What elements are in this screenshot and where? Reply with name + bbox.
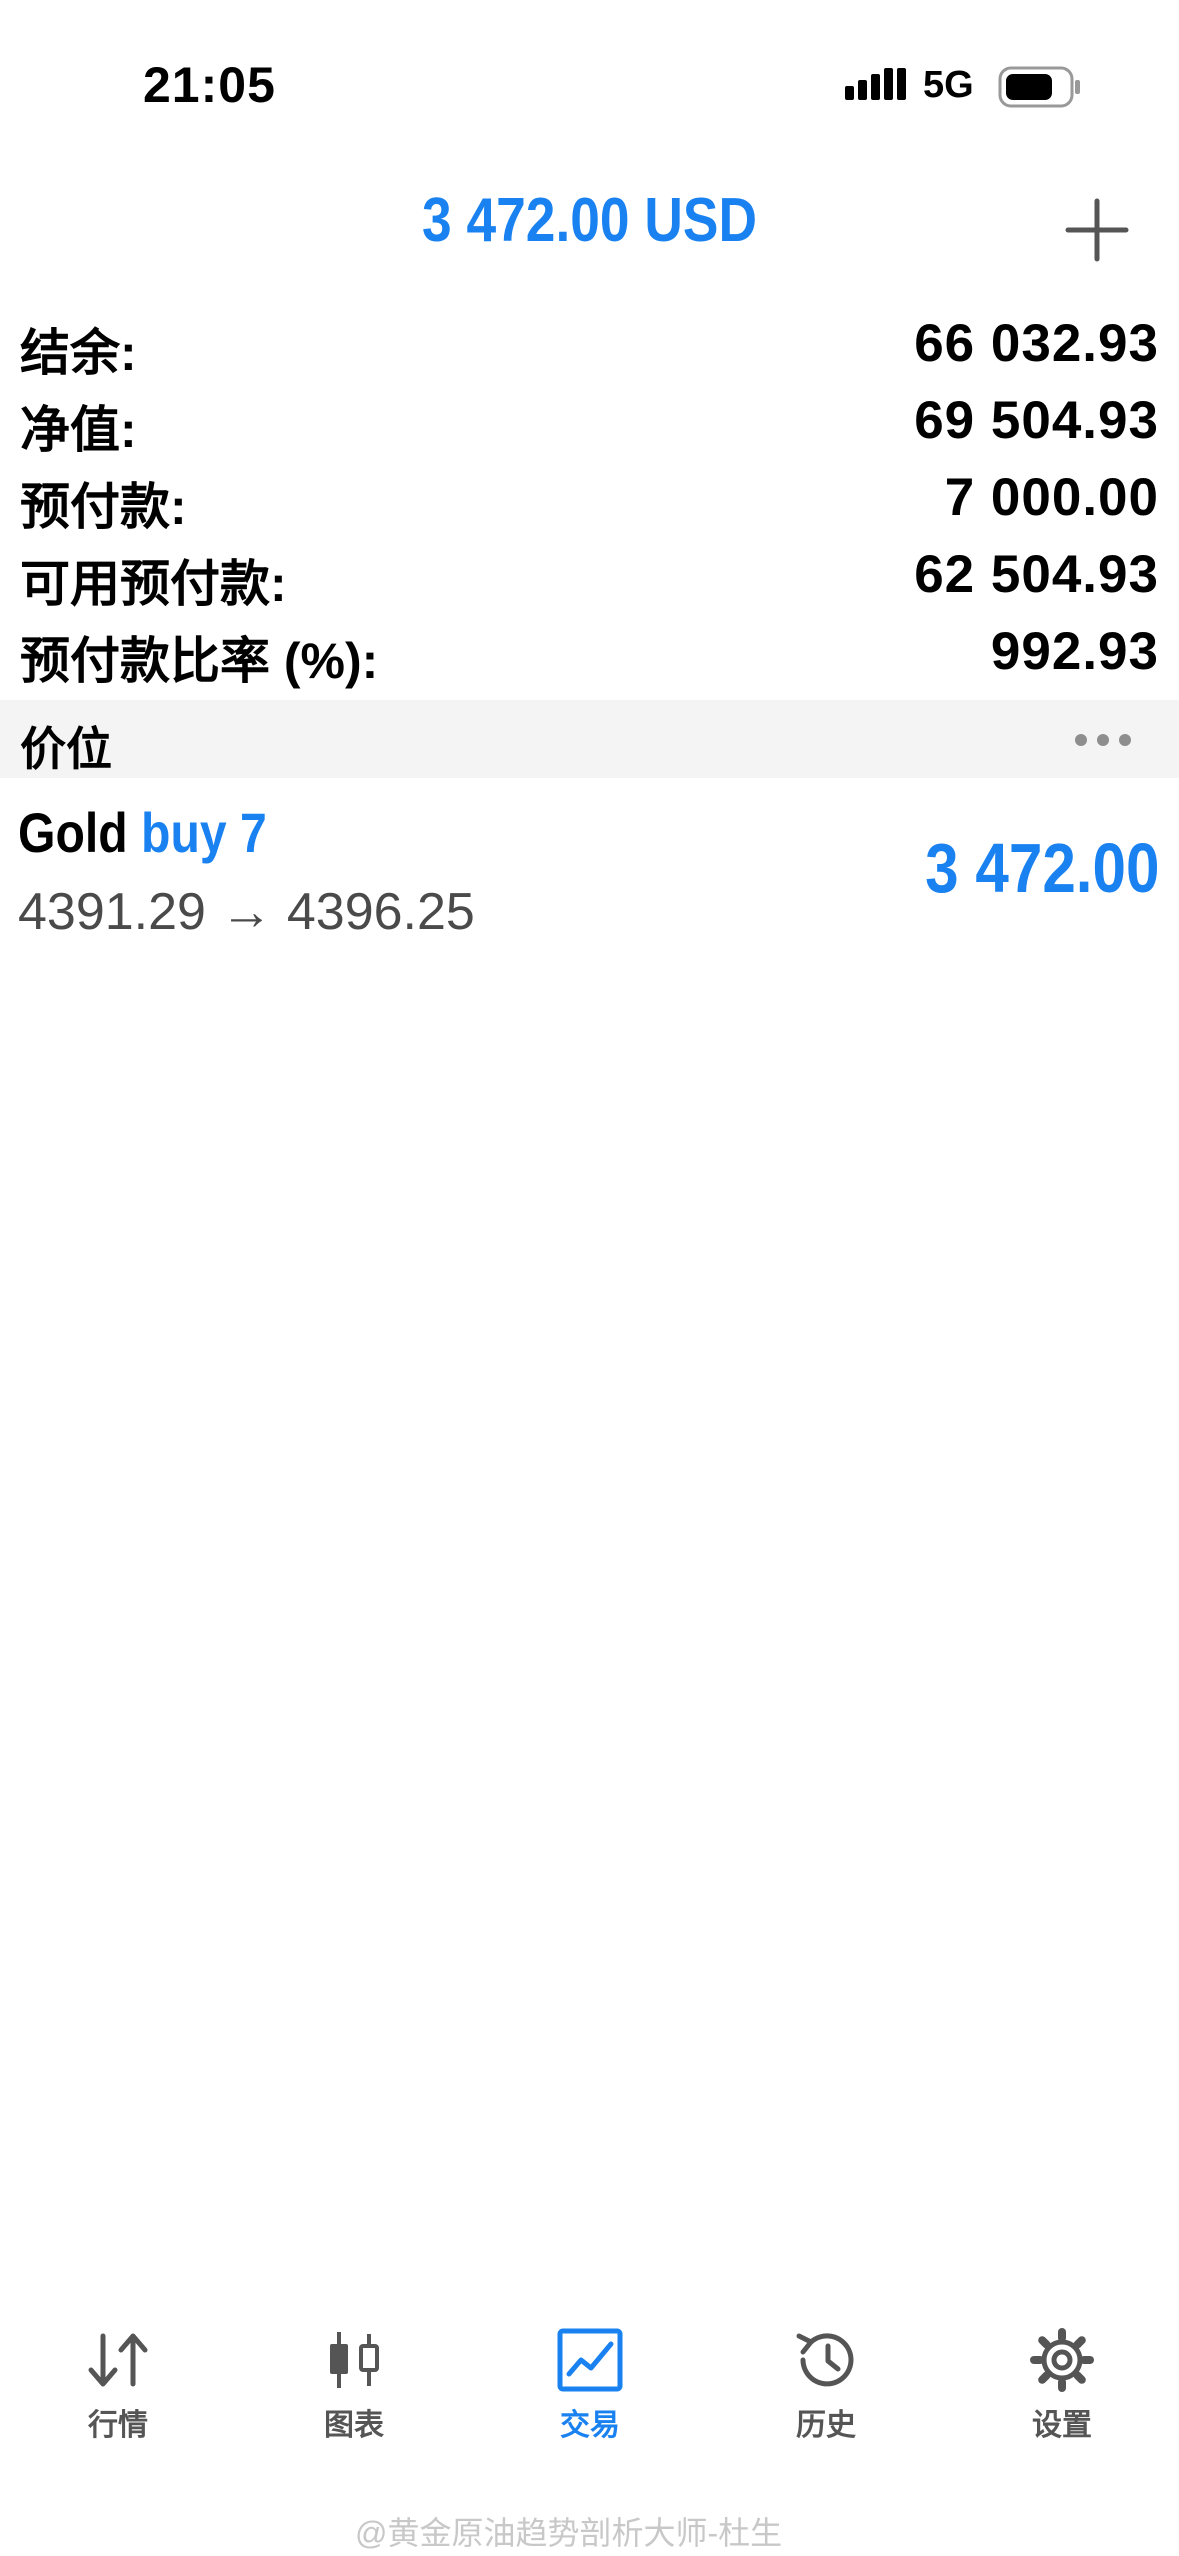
history-clock-icon: [796, 2333, 854, 2387]
tab-label: 图表: [324, 2409, 384, 2442]
summary-label: 结余:: [20, 325, 137, 381]
summary-value: 69 504.93: [914, 391, 1159, 450]
summary-row-equity: 净值: 69 504.93: [0, 382, 1179, 459]
positions-section-header: 价位: [0, 700, 1179, 778]
tab-settings[interactable]: 设置: [944, 2310, 1179, 2460]
tab-label: 交易: [560, 2409, 620, 2442]
tab-label: 历史: [796, 2409, 856, 2442]
summary-label: 预付款:: [20, 479, 187, 535]
watermark: @黄金原油趋势剖析大师-杜生: [355, 2515, 783, 2551]
tab-label: 设置: [1032, 2409, 1092, 2442]
summary-row-balance: 结余: 66 032.93: [0, 305, 1179, 382]
more-options-button[interactable]: [1075, 722, 1145, 758]
position-prices: 4391.29 → 4396.25: [18, 883, 475, 941]
summary-label: 可用预付款:: [20, 556, 287, 612]
ellipsis-icon: [1097, 734, 1109, 746]
tab-label: 行情: [88, 2409, 148, 2442]
ellipsis-icon: [1119, 734, 1131, 746]
summary-value: 992.93: [990, 622, 1159, 681]
summary-label: 预付款比率 (%):: [20, 633, 379, 689]
gear-icon: [1030, 2328, 1094, 2392]
section-title: 价位: [20, 723, 112, 775]
status-time: 21:05: [143, 57, 276, 113]
plus-icon: [1065, 198, 1129, 262]
status-bar: 21:05 5G: [0, 0, 1179, 170]
position-symbol-line: Gold buy 7: [18, 800, 267, 865]
tab-chart[interactable]: 图表: [236, 2310, 472, 2460]
quotes-arrows-icon: [88, 2333, 148, 2387]
tab-trade[interactable]: 交易: [472, 2310, 708, 2460]
summary-row-margin: 预付款: 7 000.00: [0, 459, 1179, 536]
trade-line-chart-icon: [557, 2328, 623, 2392]
position-symbol: Gold: [18, 801, 128, 864]
position-row[interactable]: Gold buy 7 4391.29 → 4396.25 3 472.00: [0, 790, 1179, 950]
network-label: 5G: [923, 64, 974, 106]
ellipsis-icon: [1075, 734, 1087, 746]
tab-quotes[interactable]: 行情: [0, 2310, 236, 2460]
summary-value: 7 000.00: [944, 468, 1159, 527]
account-profit-title: 3 472.00 USD: [422, 186, 757, 255]
position-type: buy 7: [141, 801, 267, 864]
add-order-button[interactable]: [1062, 195, 1132, 265]
summary-row-free-margin: 可用预付款: 62 504.93: [0, 536, 1179, 613]
account-summary: 结余: 66 032.93 净值: 69 504.93 预付款: 7 000.0…: [0, 305, 1179, 690]
candlestick-chart-icon: [330, 2332, 379, 2388]
summary-row-margin-level: 预付款比率 (%): 992.93: [0, 613, 1179, 690]
tab-history[interactable]: 历史: [708, 2310, 944, 2460]
battery-icon: [998, 66, 1080, 108]
summary-label: 净值:: [20, 402, 137, 458]
signal-icon: [845, 68, 906, 100]
bottom-tab-bar: 行情 图表 交易 历史 设置: [0, 2310, 1179, 2460]
summary-value: 62 504.93: [914, 545, 1159, 604]
position-profit: 3 472.00: [924, 829, 1159, 907]
summary-value: 66 032.93: [914, 314, 1159, 373]
